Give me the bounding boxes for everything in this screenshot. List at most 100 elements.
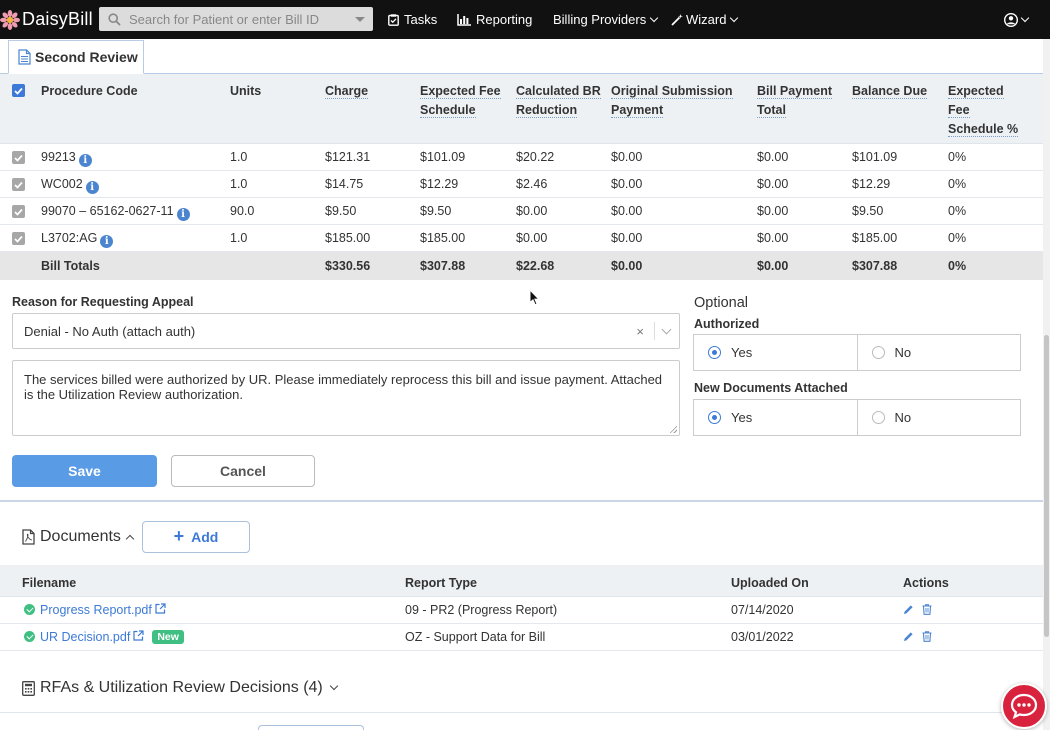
user-avatar-icon xyxy=(1004,12,1018,27)
rfa-heading[interactable]: RFAs & Utilization Review Decisions (4) xyxy=(22,679,338,697)
col-original-submission-payment[interactable]: Original Submission Payment xyxy=(611,82,741,120)
info-icon[interactable]: i xyxy=(85,181,99,194)
document-link[interactable]: UR Decision.pdf xyxy=(40,630,130,644)
col-balance-due[interactable]: Balance Due xyxy=(852,82,928,101)
check-icon xyxy=(14,235,23,243)
cell-paid: $0.00 xyxy=(757,231,789,245)
cell-orig: $0.00 xyxy=(611,150,643,164)
info-icon[interactable]: i xyxy=(176,208,190,221)
chevron-down-icon[interactable] xyxy=(329,681,338,691)
cell-expected: $185.00 xyxy=(420,231,466,245)
trash-icon[interactable] xyxy=(922,631,932,642)
save-button[interactable]: Save xyxy=(12,455,157,487)
scrollbar-thumb[interactable] xyxy=(1044,335,1049,637)
plus-icon: + xyxy=(173,525,185,546)
cancel-button[interactable]: Cancel xyxy=(171,455,315,487)
col-expected-fee-schedule-label: Expected Fee Schedule xyxy=(420,84,501,118)
col-actions: Actions xyxy=(903,576,949,590)
partial-button[interactable] xyxy=(258,725,364,730)
col-balance-due-label: Balance Due xyxy=(852,84,928,99)
mouse-cursor-icon xyxy=(529,289,540,306)
row-checkbox[interactable] xyxy=(12,151,25,164)
clipboard-icon xyxy=(388,13,399,26)
optional-heading: Optional xyxy=(694,295,749,311)
new-documents-no-option[interactable]: No xyxy=(856,400,1021,435)
check-circle-icon xyxy=(24,631,35,642)
edit-pencil-icon[interactable] xyxy=(903,631,914,642)
brand-logo[interactable]: DaisyBill xyxy=(0,0,95,39)
documents-heading[interactable]: Documents xyxy=(22,528,135,546)
reason-select[interactable]: Denial - No Auth (attach auth) × xyxy=(12,313,680,349)
procedure-code: 99070 – 65162-0627-11 xyxy=(41,204,174,218)
external-link-icon[interactable] xyxy=(133,630,144,641)
col-calculated-br-reduction[interactable]: Calculated BR Reduction xyxy=(516,82,601,120)
procedure-code: 99213 xyxy=(41,150,76,164)
report-type-cell: 09 - PR2 (Progress Report) xyxy=(405,603,558,617)
search-dropdown-icon[interactable] xyxy=(355,16,365,22)
row-checkbox[interactable] xyxy=(12,232,25,245)
chevron-up-icon[interactable] xyxy=(125,534,135,543)
new-documents-yes-option[interactable]: Yes xyxy=(694,400,857,435)
brand-name: DaisyBill xyxy=(22,9,93,29)
nav-tasks[interactable]: Tasks xyxy=(388,0,437,39)
section-divider xyxy=(0,500,1043,502)
bar-chart-icon xyxy=(457,13,471,26)
check-icon xyxy=(14,181,23,189)
calculator-icon xyxy=(22,680,35,696)
cell-paid: $0.00 xyxy=(757,150,789,164)
col-expected-fee-schedule[interactable]: Expected Fee Schedule xyxy=(420,82,505,120)
edit-pencil-icon[interactable] xyxy=(903,604,914,615)
check-circle-icon xyxy=(24,604,35,615)
cell-expected: $101.09 xyxy=(420,150,466,164)
col-uploaded-on: Uploaded On xyxy=(731,576,809,590)
cell-pct: 0% xyxy=(948,231,967,245)
row-checkbox[interactable] xyxy=(12,178,25,191)
authorized-yes-option[interactable]: Yes xyxy=(694,335,857,370)
cell-balance: $9.50 xyxy=(852,204,884,218)
resize-handle-icon[interactable] xyxy=(669,425,677,433)
trash-icon[interactable] xyxy=(922,604,932,615)
magic-wand-icon xyxy=(671,13,683,26)
col-charge[interactable]: Charge xyxy=(325,82,369,101)
tab-second-review[interactable]: Second Review xyxy=(8,40,144,74)
daisy-icon xyxy=(0,9,20,30)
document-link[interactable]: Progress Report.pdf xyxy=(40,603,152,617)
rfa-title: RFAs & Utilization Review Decisions (4) xyxy=(40,679,323,696)
cell-pct: 0% xyxy=(948,204,967,218)
info-icon[interactable]: i xyxy=(78,154,92,167)
search-icon xyxy=(108,12,121,26)
cell-expected: $9.50 xyxy=(420,204,452,218)
cell-pct: 0% xyxy=(948,150,967,164)
clear-icon[interactable]: × xyxy=(636,324,644,339)
chat-support-button[interactable] xyxy=(1001,683,1047,729)
nav-reporting[interactable]: Reporting xyxy=(457,0,532,39)
external-link-icon[interactable] xyxy=(155,603,166,614)
authorized-no-label: No xyxy=(894,345,912,360)
add-document-label: Add xyxy=(191,529,219,545)
select-all-checkbox[interactable] xyxy=(12,84,25,97)
report-type-cell: OZ - Support Data for Bill xyxy=(405,630,546,644)
col-bill-payment-total[interactable]: Bill Payment Total xyxy=(757,82,837,120)
nav-wizard[interactable]: Wizard xyxy=(671,0,739,39)
add-document-button[interactable]: + Add xyxy=(142,521,250,553)
col-expected-fee-schedule-pct[interactable]: Expected Fee Schedule % xyxy=(948,82,1023,139)
patient-search-input[interactable]: Search for Patient or enter Bill ID xyxy=(99,7,373,31)
documents-title: Documents xyxy=(40,528,121,545)
nav-billing-providers-label: Billing Providers xyxy=(553,12,647,27)
col-expected-fee-schedule-pct-label: Expected Fee Schedule % xyxy=(948,84,1019,137)
user-account-menu[interactable] xyxy=(1004,0,1030,39)
appeal-message-textarea[interactable]: The services billed were authorized by U… xyxy=(12,360,680,436)
totals-pct: 0% xyxy=(948,259,967,273)
nav-billing-providers[interactable]: Billing Providers xyxy=(553,0,659,39)
chevron-down-icon[interactable] xyxy=(661,324,672,334)
document-row: Progress Report.pdf 09 - PR2 (Progress Re… xyxy=(0,597,1043,624)
search-placeholder: Search for Patient or enter Bill ID xyxy=(129,11,320,27)
tab-second-review-label: Second Review xyxy=(35,49,138,65)
totals-bill-payment: $0.00 xyxy=(757,259,789,273)
procedure-code-cell: 99070 – 65162-0627-11 i xyxy=(41,204,190,221)
row-checkbox[interactable] xyxy=(12,205,25,218)
authorized-no-option[interactable]: No xyxy=(856,335,1021,370)
cell-br: $0.00 xyxy=(516,231,548,245)
info-icon[interactable]: i xyxy=(100,235,114,248)
radio-unselected-icon xyxy=(871,346,885,359)
